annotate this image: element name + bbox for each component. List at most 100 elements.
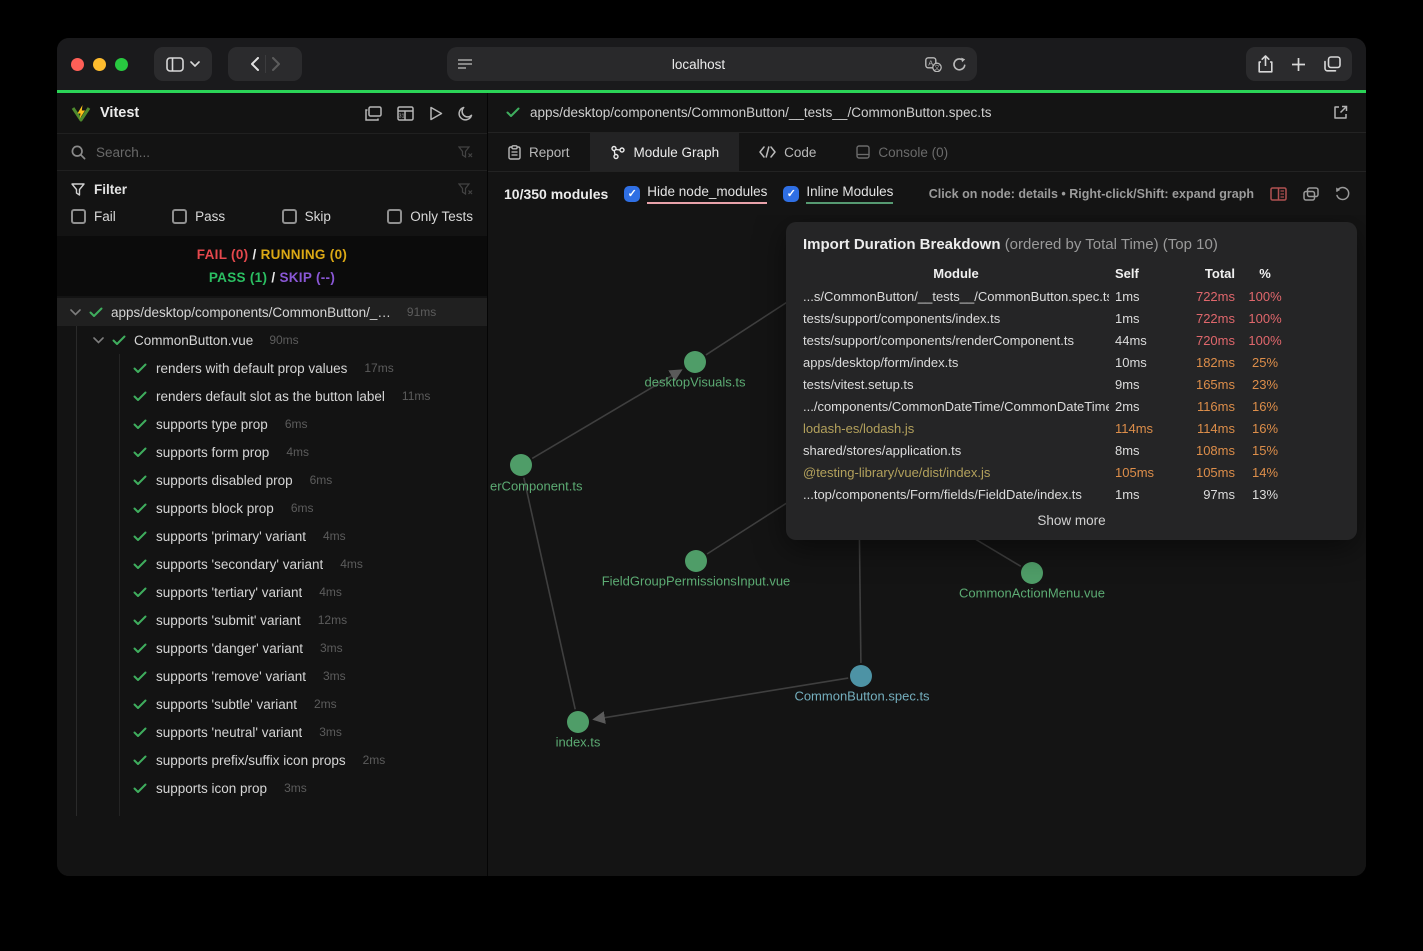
tab-module-graph[interactable]: Module Graph	[590, 133, 740, 171]
test-label: supports 'subtle' variant	[156, 697, 297, 712]
tree-row-test[interactable]: supports prefix/suffix icon props 2ms	[57, 746, 487, 774]
tab-overview-icon[interactable]	[1324, 56, 1341, 72]
test-label: supports form prop	[156, 445, 269, 460]
url-text: localhost	[473, 57, 925, 72]
graph-node-label-erComponent: erComponent.ts	[490, 479, 583, 494]
clear-filter-icon[interactable]	[458, 183, 473, 196]
tree-row-file[interactable]: apps/desktop/components/CommonButton/_… …	[57, 298, 487, 326]
tree-row-test[interactable]: supports 'submit' variant 12ms	[57, 606, 487, 634]
breakdown-row[interactable]: ...top/components/Form/fields/FieldDate/…	[786, 483, 1357, 505]
graph-controls: 10/350 modules ✓ Hide node_modules ✓ Inl…	[488, 172, 1366, 215]
vitest-logo-icon	[71, 104, 91, 123]
tree-row-suite[interactable]: CommonButton.vue 90ms	[57, 326, 487, 354]
tree-row-test[interactable]: supports form prop 4ms	[57, 438, 487, 466]
run-all-icon[interactable]	[429, 106, 443, 121]
tab-code[interactable]: Code	[739, 133, 836, 171]
checkbox-icon[interactable]	[282, 209, 297, 224]
filter-checkbox[interactable]: Pass	[172, 209, 225, 224]
chevron-down-icon[interactable]	[93, 337, 104, 344]
tree-row-test[interactable]: supports 'neutral' variant 3ms	[57, 718, 487, 746]
pass-check-icon	[133, 727, 147, 738]
checkbox-icon[interactable]	[387, 209, 402, 224]
hide-node-modules-checkbox[interactable]: ✓ Hide node_modules	[624, 184, 767, 204]
share-icon[interactable]	[1258, 55, 1273, 73]
new-tab-icon[interactable]	[1291, 57, 1306, 72]
checked-checkbox-icon[interactable]: ✓	[624, 186, 640, 202]
tree-row-test[interactable]: renders default slot as the button label…	[57, 382, 487, 410]
tab-console[interactable]: Console (0)	[836, 133, 968, 171]
checkbox-label: Only Tests	[410, 209, 473, 224]
reset-graph-icon[interactable]	[1335, 186, 1350, 201]
pass-check-icon	[133, 643, 147, 654]
dark-mode-icon[interactable]	[458, 106, 473, 121]
zoom-window-button[interactable]	[115, 58, 128, 71]
breakdown-row[interactable]: .../components/CommonDateTime/CommonDate…	[786, 395, 1357, 417]
graph-node-CommonActionMenu[interactable]	[1021, 562, 1043, 584]
search-input[interactable]	[96, 145, 448, 160]
tree-row-test[interactable]: supports 'secondary' variant 4ms	[57, 550, 487, 578]
breakdown-row[interactable]: tests/vitest.setup.ts 9ms 165ms 23%	[786, 373, 1357, 395]
graph-node-erComponent[interactable]	[510, 454, 532, 476]
graph-node-index[interactable]	[567, 711, 589, 733]
reader-view-icon[interactable]	[457, 58, 473, 71]
breakdown-row[interactable]: @testing-library/vue/dist/index.js 105ms…	[786, 461, 1357, 483]
graph-hint-text: Click on node: details • Right-click/Shi…	[929, 187, 1254, 201]
total-time: 720ms	[1173, 333, 1235, 348]
sidebar-toggle-button[interactable]	[154, 47, 212, 81]
dashboard-icon[interactable]: 31	[397, 106, 414, 121]
tab-report[interactable]: Report	[488, 133, 590, 171]
tree-row-test[interactable]: renders with default prop values 17ms	[57, 354, 487, 382]
minimize-window-button[interactable]	[93, 58, 106, 71]
tab-label: Module Graph	[634, 145, 720, 160]
tree-row-test[interactable]: supports 'danger' variant 3ms	[57, 634, 487, 662]
address-bar[interactable]: localhost A文	[447, 47, 977, 81]
resize-graph-icon[interactable]	[1303, 187, 1319, 201]
tree-row-test[interactable]: supports icon prop 3ms	[57, 774, 487, 802]
breakdown-row[interactable]: shared/stores/application.ts 8ms 108ms 1…	[786, 439, 1357, 461]
graph-node-desktopVisuals[interactable]	[684, 351, 706, 373]
inline-modules-checkbox[interactable]: ✓ Inline Modules	[783, 184, 893, 204]
graph-node-CommonButtonSpec[interactable]	[850, 665, 872, 687]
tree-row-test[interactable]: supports 'subtle' variant 2ms	[57, 690, 487, 718]
module-graph-canvas[interactable]: desktopVisuals.tserComponent.tsFieldGrou…	[488, 215, 1366, 876]
filter-checkbox[interactable]: Fail	[71, 209, 116, 224]
graph-node-FieldGroupPermissionsInput[interactable]	[685, 550, 707, 572]
tree-row-test[interactable]: supports type prop 6ms	[57, 410, 487, 438]
open-in-editor-icon[interactable]	[1333, 105, 1348, 120]
suite-label: CommonButton.vue	[134, 333, 253, 348]
filter-checkbox[interactable]: Skip	[282, 209, 331, 224]
tree-row-test[interactable]: supports 'remove' variant 3ms	[57, 662, 487, 690]
test-duration: 12ms	[318, 613, 347, 627]
skip-count: SKIP (--)	[279, 270, 335, 285]
tree-row-test[interactable]: supports block prop 6ms	[57, 494, 487, 522]
chevron-down-icon[interactable]	[70, 309, 81, 316]
total-time: 165ms	[1173, 377, 1235, 392]
reload-icon[interactable]	[952, 57, 967, 72]
checkbox-icon[interactable]	[172, 209, 187, 224]
checked-checkbox-icon[interactable]: ✓	[783, 186, 799, 202]
forward-button[interactable]	[272, 57, 281, 71]
breakdown-row[interactable]: lodash-es/lodash.js 114ms 114ms 16%	[786, 417, 1357, 439]
translate-icon[interactable]: A文	[925, 57, 942, 72]
breakdown-row[interactable]: tests/support/components/index.ts 1ms 72…	[786, 307, 1357, 329]
collapse-panels-icon[interactable]	[365, 106, 382, 121]
tree-row-test[interactable]: supports 'tertiary' variant 4ms	[57, 578, 487, 606]
total-time: 722ms	[1173, 311, 1235, 326]
back-button[interactable]	[250, 57, 259, 71]
breakdown-row[interactable]: apps/desktop/form/index.ts 10ms 182ms 25…	[786, 351, 1357, 373]
checkbox-icon[interactable]	[71, 209, 86, 224]
breakdown-row[interactable]: ...s/CommonButton/__tests__/CommonButton…	[786, 285, 1357, 307]
self-time: 8ms	[1115, 443, 1167, 458]
test-list: renders with default prop values 17ms re…	[57, 354, 487, 802]
breakdown-row[interactable]: tests/support/components/renderComponent…	[786, 329, 1357, 351]
self-time: 1ms	[1115, 487, 1167, 502]
self-time: 1ms	[1115, 289, 1167, 304]
clear-search-filter-icon[interactable]	[458, 146, 473, 159]
tree-row-test[interactable]: supports 'primary' variant 4ms	[57, 522, 487, 550]
close-window-button[interactable]	[71, 58, 84, 71]
show-more-button[interactable]: Show more	[786, 505, 1357, 532]
pass-check-icon	[133, 783, 147, 794]
tree-row-test[interactable]: supports disabled prop 6ms	[57, 466, 487, 494]
graph-legend-icon[interactable]	[1270, 187, 1287, 201]
filter-checkbox[interactable]: Only Tests	[387, 209, 473, 224]
